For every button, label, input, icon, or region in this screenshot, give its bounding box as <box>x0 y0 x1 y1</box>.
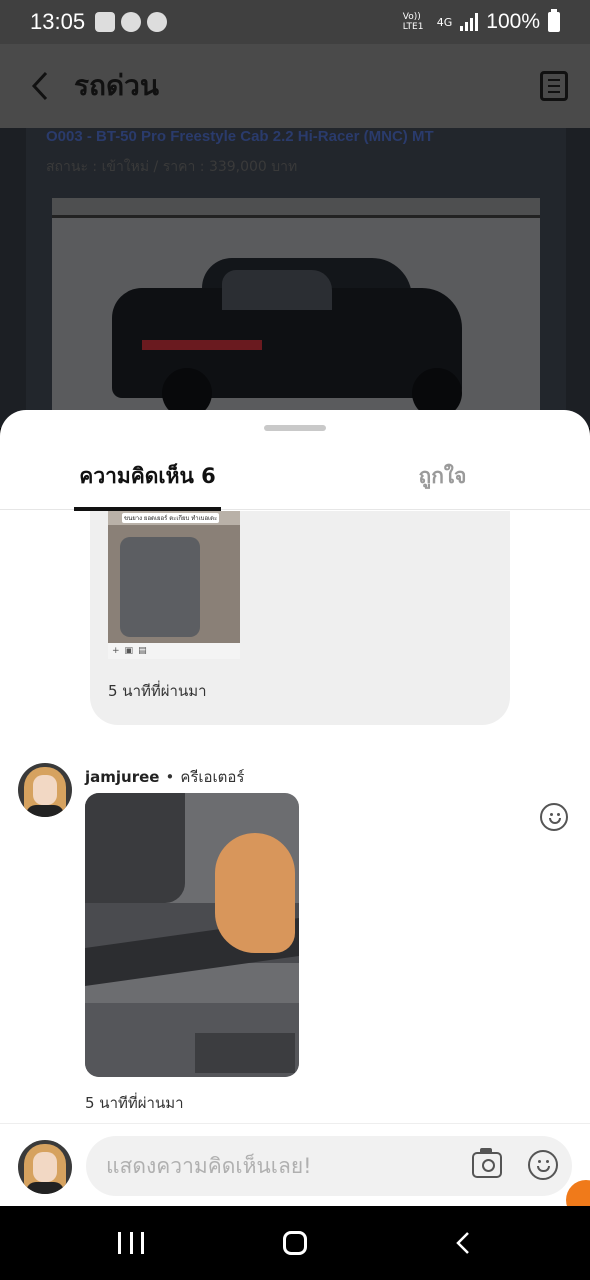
comments-sheet: ความคิดเห็น 6 ถูกใจ ขนยาง ยอดเยอร์ ตะเกี… <box>0 410 590 1206</box>
avatar-face <box>33 1152 57 1182</box>
recent-line <box>129 1232 133 1254</box>
battery-icon <box>548 9 560 32</box>
recent-line <box>118 1232 121 1254</box>
truck-window <box>222 270 332 310</box>
recent-apps-icon[interactable] <box>118 1232 144 1254</box>
sheet-tabs: ความคิดเห็น 6 ถูกใจ <box>0 450 590 511</box>
messenger-icon <box>147 12 168 32</box>
emoji-icon[interactable] <box>528 1150 558 1180</box>
comment-time: 5 นาทีที่ผ่านมา <box>85 1094 184 1112</box>
image-caption: ขนยาง ยอดเยอร์ ตะเกียบ ทำเบอเดะ <box>122 513 220 523</box>
recent-line <box>141 1232 144 1254</box>
floor-mat <box>195 1033 295 1073</box>
camera-icon[interactable] <box>472 1148 502 1178</box>
previous-comment-image[interactable]: ขนยาง ยอดเยอร์ ตะเกียบ ทำเบอเดะ + ▣ ▤ <box>108 511 240 659</box>
camera-icon: ▣ <box>124 646 134 656</box>
hand <box>215 833 295 953</box>
menu-line <box>548 91 560 93</box>
line-icon <box>121 12 142 32</box>
tab-comments[interactable]: ความคิดเห็น 6 <box>0 450 295 511</box>
my-avatar <box>18 1140 72 1194</box>
system-nav-bar <box>0 1206 590 1280</box>
comment-input[interactable]: แสดงความคิดเห็นเลย! <box>86 1136 572 1196</box>
screenshot-toolbar: + ▣ ▤ <box>108 643 240 659</box>
photo-ceiling <box>52 198 540 218</box>
avatar[interactable] <box>18 763 72 817</box>
smile-mouth <box>537 1166 550 1172</box>
car-title: O003 - BT-50 Pro Freestyle Cab 2.2 Hi-Ra… <box>46 128 434 145</box>
comment-image[interactable] <box>85 793 299 1077</box>
comment-header: jamjuree • ครีเอเตอร์ <box>85 765 245 789</box>
car-subtitle: สถานะ : เข้าใหม่ / ราคา : 339,000 บาท <box>46 159 298 175</box>
seat-shape <box>120 537 200 637</box>
previous-comment-time: 5 นาทีที่ผ่านมา <box>108 682 207 700</box>
plus-icon: + <box>112 646 120 656</box>
comment-input-bar: แสดงความคิดเห็นเลย! <box>0 1123 590 1206</box>
status-bar: 13:05 Vo)) LTE1 4G 100% <box>0 0 590 44</box>
comment-item: jamjuree • ครีเอเตอร์ 5 นาทีที่ผ่านมา <box>0 761 590 1121</box>
menu-button[interactable] <box>540 71 568 101</box>
home-icon[interactable] <box>283 1231 307 1255</box>
avatar-shirt <box>26 805 64 817</box>
back-arrow-icon <box>31 71 48 101</box>
react-icon[interactable] <box>540 803 568 831</box>
comment-username[interactable]: jamjuree <box>85 768 159 786</box>
avatar-shirt <box>26 1182 64 1194</box>
creator-badge: ครีเอเตอร์ <box>180 768 245 786</box>
battery-text: 100% <box>486 10 540 33</box>
truck-grille <box>142 340 262 350</box>
back-button[interactable] <box>22 68 58 104</box>
page-title: รถด่วน <box>74 69 160 102</box>
gallery-icon <box>95 12 116 32</box>
image-icon: ▤ <box>138 646 147 656</box>
network-icon: 4G <box>436 15 453 29</box>
screenshot-image: ขนยาง ยอดเยอร์ ตะเกียบ ทำเบอเดะ <box>108 511 240 643</box>
car-photo <box>52 198 540 428</box>
smile-mouth <box>549 818 561 824</box>
avatar-face <box>33 775 57 805</box>
notification-icons <box>95 12 168 32</box>
comment-input-placeholder: แสดงความคิดเห็นเลย! <box>106 1153 312 1178</box>
previous-comment-bubble: ขนยาง ยอดเยอร์ ตะเกียบ ทำเบอเดะ + ▣ ▤ 5 … <box>90 511 510 725</box>
seat-backrest <box>85 793 185 903</box>
status-right: Vo)) LTE1 4G 100% <box>402 9 560 34</box>
app-header: รถด่วน <box>0 44 590 128</box>
nav-back-icon[interactable] <box>456 1232 470 1254</box>
volte-icon: Vo)) LTE1 <box>402 12 424 32</box>
background-content[interactable]: O003 - BT-50 Pro Freestyle Cab 2.2 Hi-Ra… <box>0 128 590 428</box>
signal-icon <box>460 13 479 31</box>
menu-line <box>548 85 560 87</box>
sheet-handle[interactable] <box>264 425 326 431</box>
comments-list[interactable]: ขนยาง ยอดเยอร์ ตะเกียบ ทำเบอเดะ + ▣ ▤ 5 … <box>0 511 590 1123</box>
status-time: 13:05 <box>30 9 86 34</box>
separator-dot: • <box>165 768 175 786</box>
tab-likes[interactable]: ถูกใจ <box>295 450 590 510</box>
menu-line <box>548 79 560 81</box>
